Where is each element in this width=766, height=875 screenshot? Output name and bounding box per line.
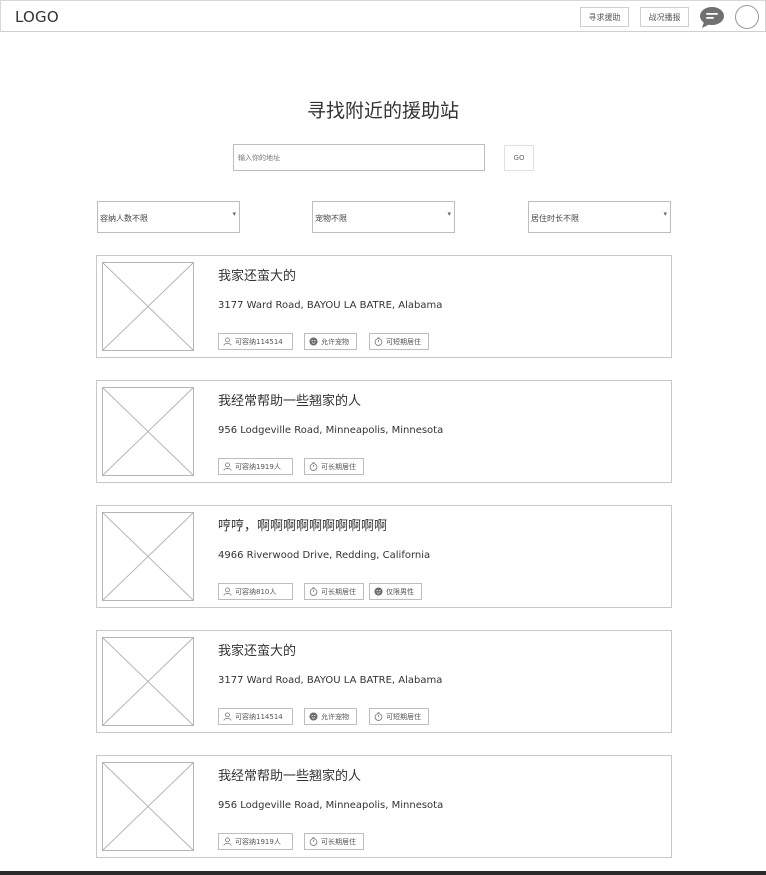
station-address: 3177 Ward Road, BAYOU LA BATRE, Alabama bbox=[218, 300, 443, 311]
dropdown-arrow-icon: ▾ bbox=[232, 210, 236, 218]
dropdown-arrow-icon: ▾ bbox=[447, 210, 451, 218]
station-address: 956 Lodgeville Road, Minneapolis, Minnes… bbox=[218, 800, 444, 811]
tag-label: 可短期居住 bbox=[386, 712, 421, 721]
tag-label: 可长期居住 bbox=[321, 837, 356, 846]
page-title: 寻找附近的援助站 bbox=[306, 100, 459, 122]
card-tag: 可长期居住 bbox=[304, 583, 364, 600]
tag-label: 可容纳1919人 bbox=[235, 462, 281, 471]
card-tag: 可长期居住 bbox=[304, 833, 364, 850]
card-tag: 可容纳1919人 bbox=[218, 833, 293, 850]
card-tag: 可长期居住 bbox=[304, 458, 364, 475]
station-card[interactable]: 我经常帮助一些翘家的人 956 Lodgeville Road, Minneapo… bbox=[96, 380, 672, 483]
user-avatar[interactable] bbox=[735, 5, 759, 29]
station-address: 3177 Ward Road, BAYOU LA BATRE, Alabama bbox=[218, 675, 443, 686]
timer-icon bbox=[305, 587, 321, 596]
timer-icon bbox=[305, 837, 321, 846]
image-placeholder-icon bbox=[102, 512, 194, 601]
station-address: 4966 Riverwood Drive, Redding, Californi… bbox=[218, 550, 431, 561]
card-tag: 可容纳810人 bbox=[218, 583, 293, 600]
address-search-input[interactable] bbox=[233, 144, 485, 171]
person-icon bbox=[219, 837, 235, 846]
station-address: 956 Lodgeville Road, Minneapolis, Minnes… bbox=[218, 425, 444, 436]
image-placeholder-icon bbox=[102, 262, 194, 351]
station-title[interactable]: 我经常帮助一些翘家的人 bbox=[218, 765, 361, 784]
image-placeholder-icon bbox=[102, 637, 194, 726]
timer-icon bbox=[370, 712, 386, 721]
pet-filter-label: 宠物不限 bbox=[315, 214, 347, 223]
tag-label: 仅限男性 bbox=[386, 587, 414, 596]
face-icon bbox=[370, 587, 386, 596]
card-tag: 可容纳114514 bbox=[218, 333, 293, 350]
logo[interactable]: LOGO bbox=[15, 8, 59, 26]
stay-duration-filter-label: 居住时长不限 bbox=[531, 214, 579, 223]
tag-label: 可容纳1919人 bbox=[235, 837, 281, 846]
person-icon bbox=[219, 337, 235, 346]
pet-filter-select[interactable]: 宠物不限 ▾ bbox=[312, 201, 455, 233]
capacity-filter-label: 容纳人数不限 bbox=[100, 214, 148, 223]
face-icon bbox=[305, 337, 321, 346]
dropdown-arrow-icon: ▾ bbox=[663, 210, 667, 218]
bottom-edge-bar bbox=[0, 871, 766, 875]
image-placeholder-icon bbox=[102, 387, 194, 476]
card-tag: 可容纳114514 bbox=[218, 708, 293, 725]
station-title[interactable]: 我家还蛮大的 bbox=[218, 265, 296, 284]
person-icon bbox=[219, 462, 235, 471]
seek-help-button[interactable]: 寻求援助 bbox=[580, 7, 629, 27]
tag-label: 可容纳114514 bbox=[235, 712, 283, 721]
tag-label: 可长期居住 bbox=[321, 587, 356, 596]
card-tag: 允许宠物 bbox=[304, 333, 357, 350]
station-card[interactable]: 我经常帮助一些翘家的人 956 Lodgeville Road, Minneapo… bbox=[96, 755, 672, 858]
station-card[interactable]: 我家还蛮大的 3177 Ward Road, BAYOU LA BATRE, Al… bbox=[96, 255, 672, 358]
person-icon bbox=[219, 587, 235, 596]
timer-icon bbox=[305, 462, 321, 471]
card-tag: 可容纳1919人 bbox=[218, 458, 293, 475]
tag-label: 可短期居住 bbox=[386, 337, 421, 346]
card-tag: 可短期居住 bbox=[369, 333, 429, 350]
card-tag: 可短期居住 bbox=[369, 708, 429, 725]
top-nav-bar: LOGO 寻求援助 战况播报 bbox=[0, 0, 766, 32]
go-button[interactable]: GO bbox=[504, 145, 534, 171]
image-placeholder-icon bbox=[102, 762, 194, 851]
tag-label: 允许宠物 bbox=[321, 337, 349, 346]
station-title[interactable]: 我经常帮助一些翘家的人 bbox=[218, 390, 361, 409]
face-icon bbox=[305, 712, 321, 721]
person-icon bbox=[219, 712, 235, 721]
card-tag: 允许宠物 bbox=[304, 708, 357, 725]
station-title[interactable]: 我家还蛮大的 bbox=[218, 640, 296, 659]
capacity-filter-select[interactable]: 容纳人数不限 ▾ bbox=[97, 201, 240, 233]
chat-bubble-icon[interactable] bbox=[699, 6, 725, 29]
tag-label: 可容纳114514 bbox=[235, 337, 283, 346]
timer-icon bbox=[370, 337, 386, 346]
station-title[interactable]: 哼哼，啊啊啊啊啊啊啊啊啊啊 bbox=[218, 515, 387, 534]
station-card[interactable]: 我家还蛮大的 3177 Ward Road, BAYOU LA BATRE, Al… bbox=[96, 630, 672, 733]
tag-label: 可容纳810人 bbox=[235, 587, 277, 596]
battle-report-button[interactable]: 战况播报 bbox=[640, 7, 689, 27]
tag-label: 可长期居住 bbox=[321, 462, 356, 471]
station-card[interactable]: 哼哼，啊啊啊啊啊啊啊啊啊啊 4966 Riverwood Drive, Reddi… bbox=[96, 505, 672, 608]
tag-label: 允许宠物 bbox=[321, 712, 349, 721]
card-tag: 仅限男性 bbox=[369, 583, 422, 600]
stay-duration-filter-select[interactable]: 居住时长不限 ▾ bbox=[528, 201, 671, 233]
